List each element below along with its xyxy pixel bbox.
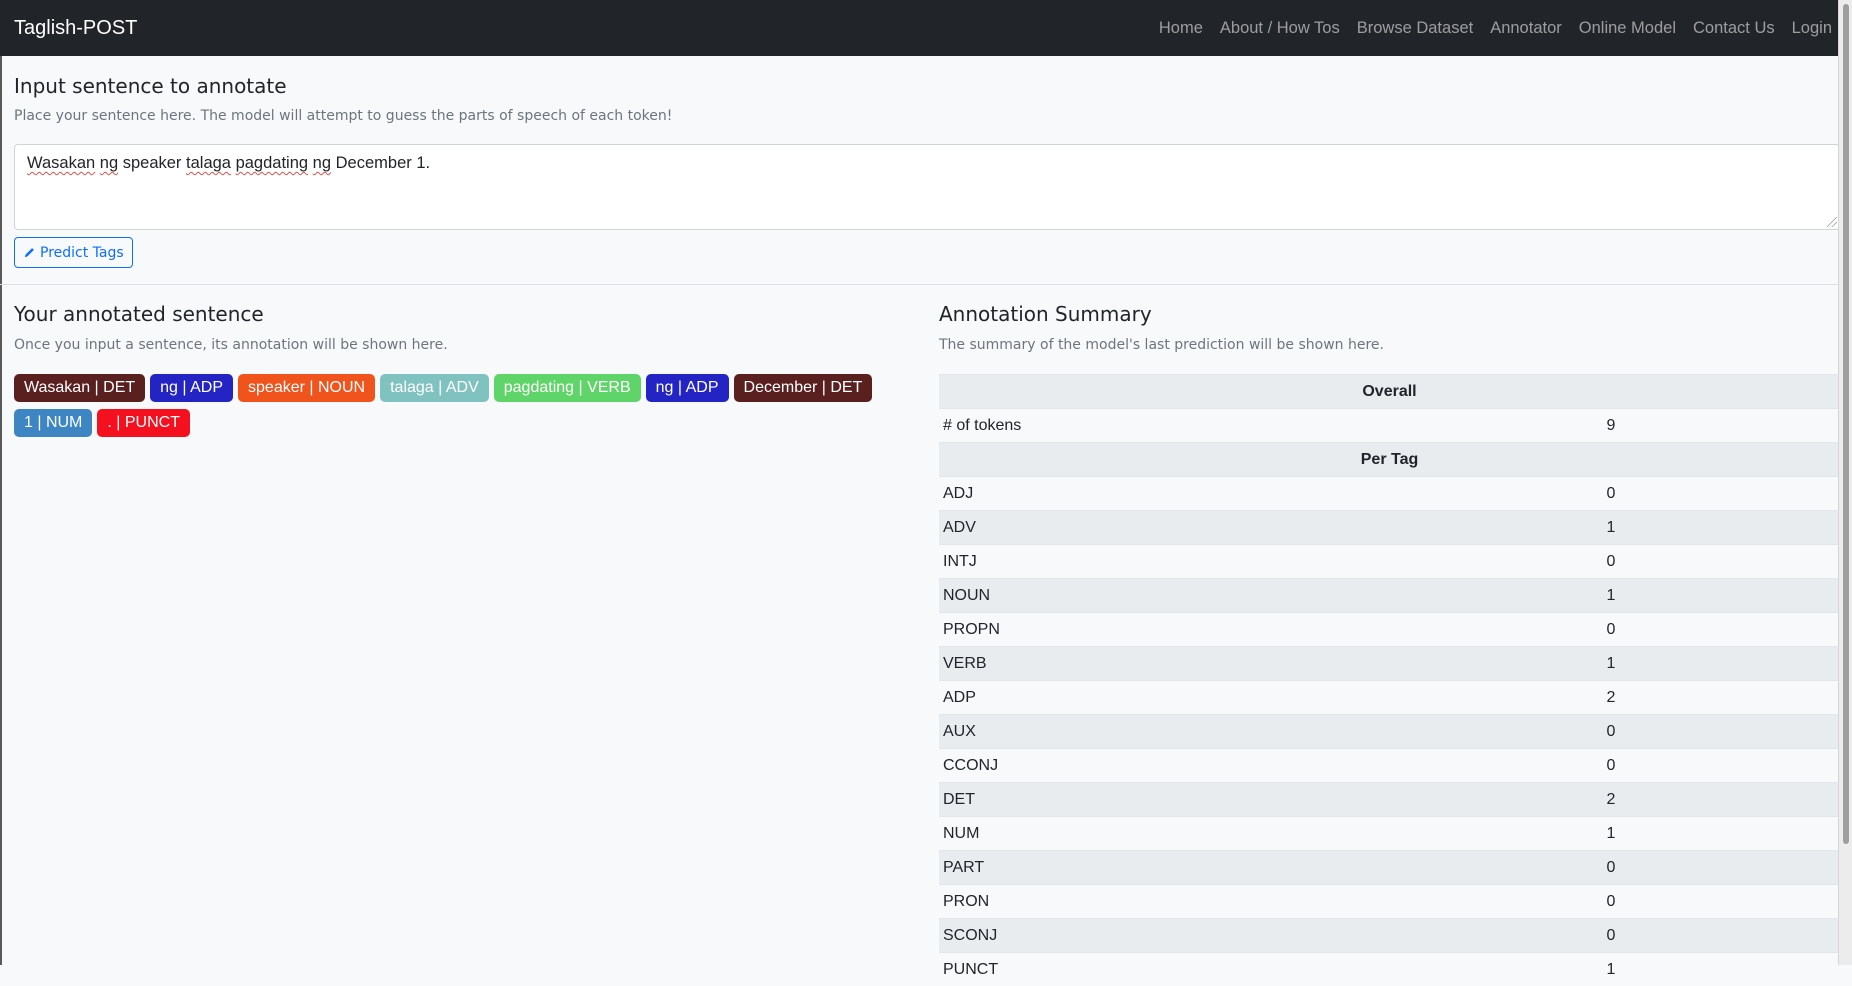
token-badge: ng | ADP [646, 374, 729, 402]
token-badges: Wasakan | DETng | ADPspeaker | NOUNtalag… [14, 374, 914, 437]
tag-count: 1 [1382, 647, 1840, 681]
tag-name: NUM [939, 817, 1382, 851]
tag-count: 0 [1382, 613, 1840, 647]
navbar: Taglish-POST Home About / How Tos Browse… [0, 0, 1852, 56]
token-badge: 1 | NUM [14, 409, 92, 437]
token-badge: Wasakan | DET [14, 374, 145, 402]
tag-count: 0 [1382, 851, 1840, 885]
pencil-icon [23, 247, 35, 259]
resize-grip-icon[interactable] [1827, 217, 1837, 227]
sentence-input[interactable]: Wasakan ng speaker talaga pagdating ng D… [14, 144, 1840, 230]
tag-name: NOUN [939, 579, 1382, 613]
tag-row: ADJ0 [939, 477, 1840, 511]
tag-name: PRON [939, 885, 1382, 919]
sentence-word: pagdating [236, 154, 309, 172]
per-tag-header: Per Tag [939, 443, 1840, 477]
annotated-title: Your annotated sentence [14, 302, 264, 326]
tag-count: 1 [1382, 953, 1840, 986]
tag-row: PRON0 [939, 885, 1840, 919]
tag-row: AUX0 [939, 715, 1840, 749]
tag-name: AUX [939, 715, 1382, 749]
sentence-word: Wasakan [27, 154, 95, 172]
summary-table: Overall # of tokens 9 Per Tag ADJ0ADV1IN… [939, 374, 1840, 986]
tag-row: DET2 [939, 783, 1840, 817]
tag-row: INTJ0 [939, 545, 1840, 579]
token-count-value: 9 [1382, 409, 1840, 443]
annotated-hint: Once you input a sentence, its annotatio… [14, 337, 448, 353]
sentence-word: talaga [186, 154, 231, 172]
token-badge: ng | ADP [150, 374, 233, 402]
tag-count: 0 [1382, 885, 1840, 919]
token-badge: December | DET [734, 374, 873, 402]
tag-count: 2 [1382, 783, 1840, 817]
nav-contact[interactable]: Contact Us [1693, 19, 1775, 38]
tag-count: 0 [1382, 477, 1840, 511]
nav-online-model[interactable]: Online Model [1579, 19, 1676, 38]
tag-name: PUNCT [939, 953, 1382, 986]
summary-title: Annotation Summary [939, 302, 1152, 326]
tag-count: 0 [1382, 715, 1840, 749]
input-hint: Place your sentence here. The model will… [14, 108, 672, 124]
token-count-label: # of tokens [939, 409, 1382, 443]
section-divider [0, 284, 1852, 285]
page-scrollbar[interactable] [1838, 0, 1852, 965]
tag-count: 0 [1382, 545, 1840, 579]
tag-row: PROPN0 [939, 613, 1840, 647]
scrollbar-thumb[interactable] [1843, 4, 1849, 844]
tag-count: 0 [1382, 919, 1840, 953]
sentence-word: speaker [123, 154, 182, 172]
sentence-word: 1. [416, 154, 430, 172]
tag-count: 1 [1382, 511, 1840, 545]
tag-row: SCONJ0 [939, 919, 1840, 953]
sentence-word: ng [313, 154, 331, 172]
nav-browse-dataset[interactable]: Browse Dataset [1357, 19, 1473, 38]
tag-row: VERB1 [939, 647, 1840, 681]
summary-hint: The summary of the model's last predicti… [939, 337, 1384, 353]
nav-about[interactable]: About / How Tos [1220, 19, 1340, 38]
nav-login[interactable]: Login [1792, 19, 1832, 38]
tag-row: CCONJ0 [939, 749, 1840, 783]
overall-header-row: Overall [939, 375, 1840, 409]
token-badge: . | PUNCT [97, 409, 190, 437]
brand-link[interactable]: Taglish-POST [14, 17, 137, 40]
predict-tags-button[interactable]: Predict Tags [14, 237, 133, 268]
tag-row: ADP2 [939, 681, 1840, 715]
tag-name: SCONJ [939, 919, 1382, 953]
sentence-word: December [336, 154, 412, 172]
tag-name: PART [939, 851, 1382, 885]
input-title: Input sentence to annotate [14, 74, 287, 98]
tag-name: DET [939, 783, 1382, 817]
nav-annotator[interactable]: Annotator [1490, 19, 1562, 38]
tag-row: NOUN1 [939, 579, 1840, 613]
tag-row: ADV1 [939, 511, 1840, 545]
tag-count: 1 [1382, 579, 1840, 613]
tag-name: PROPN [939, 613, 1382, 647]
tag-name: ADP [939, 681, 1382, 715]
nav-links: Home About / How Tos Browse Dataset Anno… [1159, 19, 1832, 38]
nav-home[interactable]: Home [1159, 19, 1203, 38]
tag-count: 2 [1382, 681, 1840, 715]
per-tag-header-row: Per Tag [939, 443, 1840, 477]
tag-row: NUM1 [939, 817, 1840, 851]
sentence-word: ng [100, 154, 118, 172]
token-badge: pagdating | VERB [494, 374, 641, 402]
predict-tags-label: Predict Tags [40, 245, 124, 261]
tag-name: ADV [939, 511, 1382, 545]
tag-name: ADJ [939, 477, 1382, 511]
tag-count: 1 [1382, 817, 1840, 851]
tag-name: VERB [939, 647, 1382, 681]
token-badge: talaga | ADV [380, 374, 489, 402]
token-count-row: # of tokens 9 [939, 409, 1840, 443]
tag-row: PART0 [939, 851, 1840, 885]
tag-name: INTJ [939, 545, 1382, 579]
tag-count: 0 [1382, 749, 1840, 783]
token-badge: speaker | NOUN [238, 374, 375, 402]
tag-name: CCONJ [939, 749, 1382, 783]
tag-row: PUNCT1 [939, 953, 1840, 986]
overall-header: Overall [939, 375, 1840, 409]
window-edge [0, 56, 2, 965]
